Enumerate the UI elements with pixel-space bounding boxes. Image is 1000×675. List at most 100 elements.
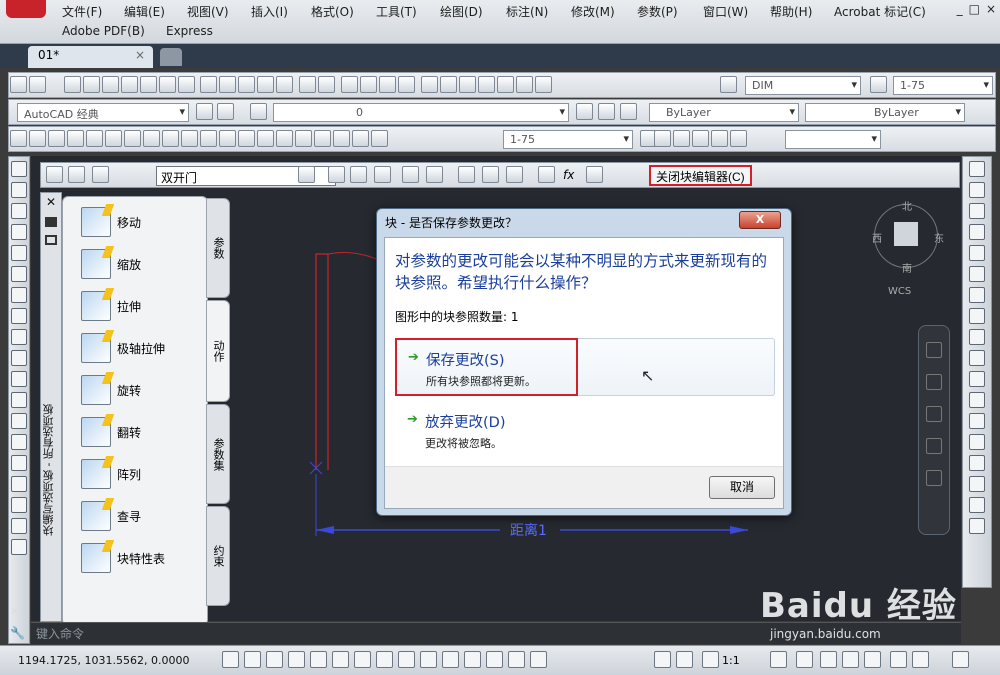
menu-parametric[interactable]: 参数(P) [637,3,678,20]
zoom-previous-icon[interactable] [398,76,416,93]
selection-cycling-icon[interactable] [508,651,525,668]
annotation-scale-icon[interactable] [702,651,719,668]
lock-icon[interactable] [842,651,859,668]
minimize-button[interactable]: _ [957,2,963,16]
aligned-dim-icon[interactable] [29,130,46,147]
print-icon[interactable] [120,76,138,93]
parameter-icon[interactable] [328,166,345,183]
dim-edit-icon[interactable] [333,130,350,147]
tolerance-icon[interactable] [257,130,274,147]
layer-combo[interactable]: 0 [273,103,569,122]
viewcube-face[interactable] [894,222,918,246]
bulb-icon[interactable] [912,651,929,668]
tab-parameter-sets[interactable]: 参数集 [206,404,230,504]
layer-state-icon[interactable] [620,103,637,120]
break-icon[interactable] [969,413,985,429]
mirror-icon[interactable] [969,203,985,219]
ellipse-arc-icon[interactable] [11,371,27,387]
define-attribute-icon[interactable] [374,166,391,183]
markup-icon[interactable] [496,76,514,93]
menu-format[interactable]: 格式(O) [311,3,354,20]
palette-close-icon[interactable]: ✕ [41,195,61,209]
showmotion-icon[interactable] [926,470,942,486]
new-icon[interactable] [63,76,81,93]
linetype-combo[interactable]: ByLayer [805,103,965,122]
ordinate-icon[interactable] [67,130,84,147]
zoom-nav-icon[interactable] [926,406,942,422]
update-parameter-icon[interactable] [458,166,475,183]
dimstyle-icon[interactable] [870,76,887,93]
zoom-window-icon[interactable] [379,76,397,93]
lineweight-icon[interactable] [442,651,459,668]
join-icon[interactable] [969,434,985,450]
document-tab[interactable]: 01* × [28,46,153,68]
app-logo[interactable] [6,0,46,18]
layer-manager-icon[interactable] [250,103,267,120]
clean-screen-icon[interactable] [952,651,969,668]
palette-item-stretch[interactable]: 拉伸 [81,289,141,323]
ortho-icon[interactable] [288,651,305,668]
hatch-icon[interactable] [11,455,27,471]
infer-constraints-icon[interactable] [222,651,239,668]
tab-actions[interactable]: 动作 [206,300,230,402]
authoring-palettes-icon[interactable] [298,166,315,183]
tab-close-icon[interactable]: × [135,48,145,62]
palette-item-block-table[interactable]: 块特性表 [81,541,165,575]
zoom-realtime-icon[interactable] [360,76,378,93]
menu-modify[interactable]: 修改(M) [571,3,615,20]
edit-block-icon[interactable] [46,166,63,183]
diameter-icon[interactable] [124,130,141,147]
open-icon[interactable] [82,76,100,93]
block-editor-icon[interactable] [276,76,294,93]
menu-draw[interactable]: 绘图(D) [440,3,483,20]
dim-scale-combo[interactable]: 1-75 [503,130,633,149]
rectangle-icon[interactable] [11,245,27,261]
workspace-combo[interactable]: AutoCAD 经典 [17,103,189,122]
array-icon[interactable] [969,245,985,261]
ducs-icon[interactable] [398,651,415,668]
test-block-icon[interactable] [506,166,523,183]
osnap-icon[interactable] [332,651,349,668]
table-style-icon[interactable] [673,130,690,147]
erase-icon[interactable] [969,161,985,177]
block-help-icon[interactable] [586,166,603,183]
paste-icon[interactable] [238,76,256,93]
viewcube[interactable]: 北 西 东 南 WCS [866,194,946,299]
undo-icon[interactable] [299,76,317,93]
save-block-icon[interactable] [68,166,85,183]
properties-icon[interactable] [420,76,438,93]
annotation-visibility-icon[interactable] [770,651,787,668]
mtext-icon[interactable] [11,539,27,555]
layer-previous-icon[interactable] [598,103,615,120]
transparency-icon[interactable] [464,651,481,668]
continue-icon[interactable] [200,130,217,147]
dialog-close-button[interactable]: X [739,211,781,229]
command-input[interactable]: 键入命令 [36,625,84,642]
make-block-icon[interactable] [11,413,27,429]
lightning-icon[interactable] [482,166,499,183]
blend-icon[interactable] [969,497,985,513]
color-combo[interactable]: ByLayer [649,103,799,122]
workspace-settings-icon[interactable] [196,103,213,120]
center-mark-icon[interactable] [276,130,293,147]
sheet-set-icon[interactable] [477,76,495,93]
pan-icon[interactable] [341,76,359,93]
fillet-icon[interactable] [969,476,985,492]
fx-icon[interactable]: fx [563,168,574,182]
design-center-icon[interactable] [439,76,457,93]
polar-icon[interactable] [310,651,327,668]
inspection-icon[interactable] [295,130,312,147]
jogged-linear-icon[interactable] [314,130,331,147]
workspace-switch-icon[interactable] [820,651,837,668]
arc-icon[interactable] [11,266,27,282]
quick-properties-icon[interactable] [486,651,503,668]
trim-icon[interactable] [969,350,985,366]
redo-icon[interactable] [318,76,336,93]
annotation-monitor-icon[interactable] [530,651,547,668]
cmdline-close-icon[interactable]: ✕ [10,604,20,618]
cut-icon[interactable] [200,76,218,93]
otrack-icon[interactable] [376,651,393,668]
multiline-style-icon[interactable] [692,130,709,147]
palette-item-flip[interactable]: 翻转 [81,415,141,449]
cancel-button[interactable]: 取消 [709,476,775,499]
